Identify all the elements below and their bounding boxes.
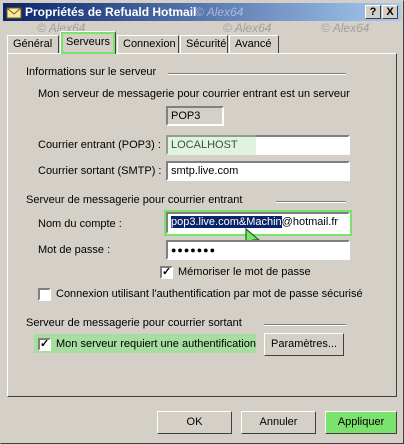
password-label: Mot de passe : (38, 244, 111, 256)
tab-connection[interactable]: Connexion (117, 35, 179, 53)
parameters-button-label: Paramètres... (270, 338, 338, 350)
help-button[interactable]: ? (365, 5, 381, 19)
spa-checkbox[interactable] (38, 288, 51, 301)
parameters-button[interactable]: Paramètres... (264, 333, 344, 356)
password-input[interactable]: ●●●●●●● (166, 240, 350, 260)
window-title: Propriétés de Refuald Hotmail (25, 5, 197, 19)
properties-window: Propriétés de Refuald Hotmail © Alex64 ?… (0, 0, 404, 444)
account-name-label: Nom du compte : (38, 218, 122, 230)
watermark: © Alex64 (321, 21, 370, 35)
group-title-server-info: Informations sur le serveur (26, 66, 157, 78)
group-divider (264, 324, 346, 326)
group-title-outgoing: Serveur de messagerie pour courrier sort… (26, 317, 242, 329)
incoming-type-label: Mon serveur de messagerie pour courrier … (38, 88, 350, 100)
spa-label: Connexion utilisant l'authentification p… (56, 288, 363, 300)
tab-advanced[interactable]: Avancé (229, 35, 279, 53)
outgoing-server-label: Courrier sortant (SMTP) : (38, 165, 162, 177)
incoming-type-field: POP3 (166, 106, 224, 126)
watermark: © Alex64 (195, 5, 244, 19)
account-name-selected-text: pop3.live.com&Machin (171, 216, 282, 228)
watermark: © Alex64 (223, 21, 272, 35)
require-auth-label: Mon serveur requiert une authentificatio… (56, 338, 256, 350)
tab-general[interactable]: Général (7, 35, 59, 53)
mail-account-icon (6, 7, 22, 19)
tab-servers[interactable]: Serveurs (60, 31, 116, 54)
group-title-incoming: Serveur de messagerie pour courrier entr… (26, 194, 243, 206)
require-auth-checkbox[interactable]: ✓ (38, 338, 51, 351)
remember-password-label: Mémoriser le mot de passe (178, 266, 311, 278)
tab-security[interactable]: Sécurité (180, 35, 228, 53)
incoming-server-label: Courrier entrant (POP3) : (38, 139, 161, 151)
apply-button[interactable]: Appliquer (325, 411, 397, 434)
title-bar[interactable]: Propriétés de Refuald Hotmail © Alex64 ?… (3, 3, 401, 21)
incoming-highlight (166, 135, 256, 155)
close-button[interactable]: X (382, 5, 398, 19)
outgoing-server-input[interactable]: smtp.live.com (166, 161, 350, 181)
group-divider (276, 201, 346, 203)
cancel-button[interactable]: Annuler (241, 411, 316, 434)
account-name-domain-text: @hotmail.fr (281, 216, 339, 228)
ok-button[interactable]: OK (157, 411, 232, 434)
remember-password-checkbox[interactable]: ✓ (160, 266, 173, 279)
group-divider (168, 73, 346, 75)
servers-panel: Informations sur le serveur Mon serveur … (7, 53, 397, 397)
